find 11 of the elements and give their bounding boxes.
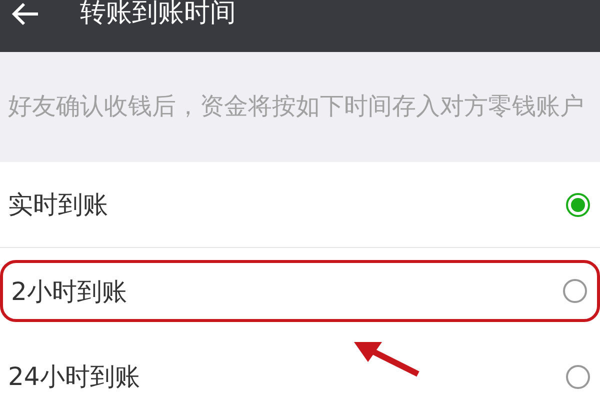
radio-button[interactable] <box>566 192 590 216</box>
option-row[interactable]: 实时到账 <box>0 162 600 248</box>
description-text: 好友确认收钱后，资金将按如下时间存入对方零钱账户 <box>8 91 585 122</box>
option-label: 实时到账 <box>8 189 108 221</box>
screen-title: 转账到账时间 <box>80 0 236 26</box>
option-label: 2小时到账 <box>11 276 127 308</box>
radio-button[interactable] <box>566 364 590 388</box>
option-row[interactable]: 2小时到账 <box>0 260 600 322</box>
back-arrow-icon[interactable] <box>12 2 40 26</box>
option-label: 24小时到账 <box>8 361 140 393</box>
radio-button[interactable] <box>563 279 587 303</box>
